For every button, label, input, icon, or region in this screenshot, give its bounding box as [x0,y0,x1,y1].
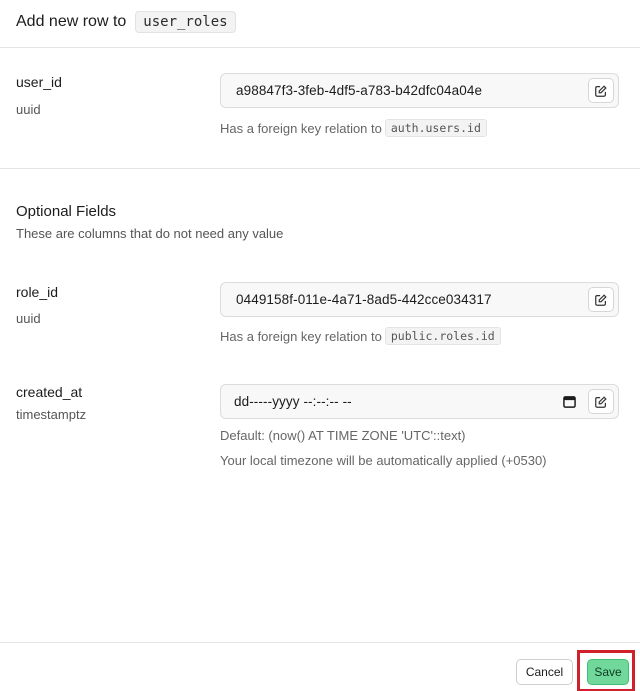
optional-section-title: Optional Fields [16,203,117,220]
created-at-input[interactable]: dd-----yyyy --:--:-- -- [220,384,619,419]
field-type-user-id: uuid [16,102,41,117]
role-id-helper-text: Has a foreign key relation to [220,328,382,344]
cancel-button[interactable]: Cancel [516,659,573,685]
save-button[interactable]: Save [587,659,629,685]
role-id-edit-button[interactable] [588,287,614,312]
field-type-role-id: uuid [16,311,41,326]
field-label-created-at: created_at [16,384,83,400]
user-id-helper: Has a foreign key relation to auth.users… [220,119,487,137]
user-id-input[interactable]: a98847f3-3feb-4df5-a783-b42dfc04a04e [220,73,619,108]
role-id-value: 0449158f-011e-4a71-8ad5-442cce034317 [236,292,492,307]
role-id-relation: public.roles.id [384,327,501,345]
created-at-value: dd-----yyyy --:--:-- -- [234,394,352,409]
role-id-helper: Has a foreign key relation to public.rol… [220,327,501,345]
created-at-timezone-note: Your local timezone will be automaticall… [220,453,547,468]
edit-icon [595,84,607,97]
edit-icon [595,395,607,408]
role-id-input[interactable]: 0449158f-011e-4a71-8ad5-442cce034317 [220,282,619,317]
field-type-created-at: timestamptz [16,407,87,422]
created-at-default: Default: (now() AT TIME ZONE 'UTC'::text… [220,428,466,443]
panel-footer: Cancel Save [0,642,640,691]
calendar-icon[interactable] [563,395,576,408]
table-name-code: user_roles [135,11,236,33]
optional-section-subtitle: These are columns that do not need any v… [16,226,284,241]
field-label-user-id: user_id [16,74,62,90]
user-id-edit-button[interactable] [588,78,614,103]
edit-icon [595,293,607,306]
user-id-value: a98847f3-3feb-4df5-a783-b42dfc04a04e [236,83,483,98]
user-id-relation: auth.users.id [384,119,487,137]
panel-title: Add new row to user_roles [16,11,236,33]
panel-header: Add new row to user_roles [0,0,640,48]
field-label-role-id: role_id [16,284,59,300]
section-divider [0,168,640,169]
created-at-edit-button[interactable] [588,389,614,414]
user-id-helper-text: Has a foreign key relation to [220,120,382,136]
panel-title-text: Add new row to [16,13,127,30]
